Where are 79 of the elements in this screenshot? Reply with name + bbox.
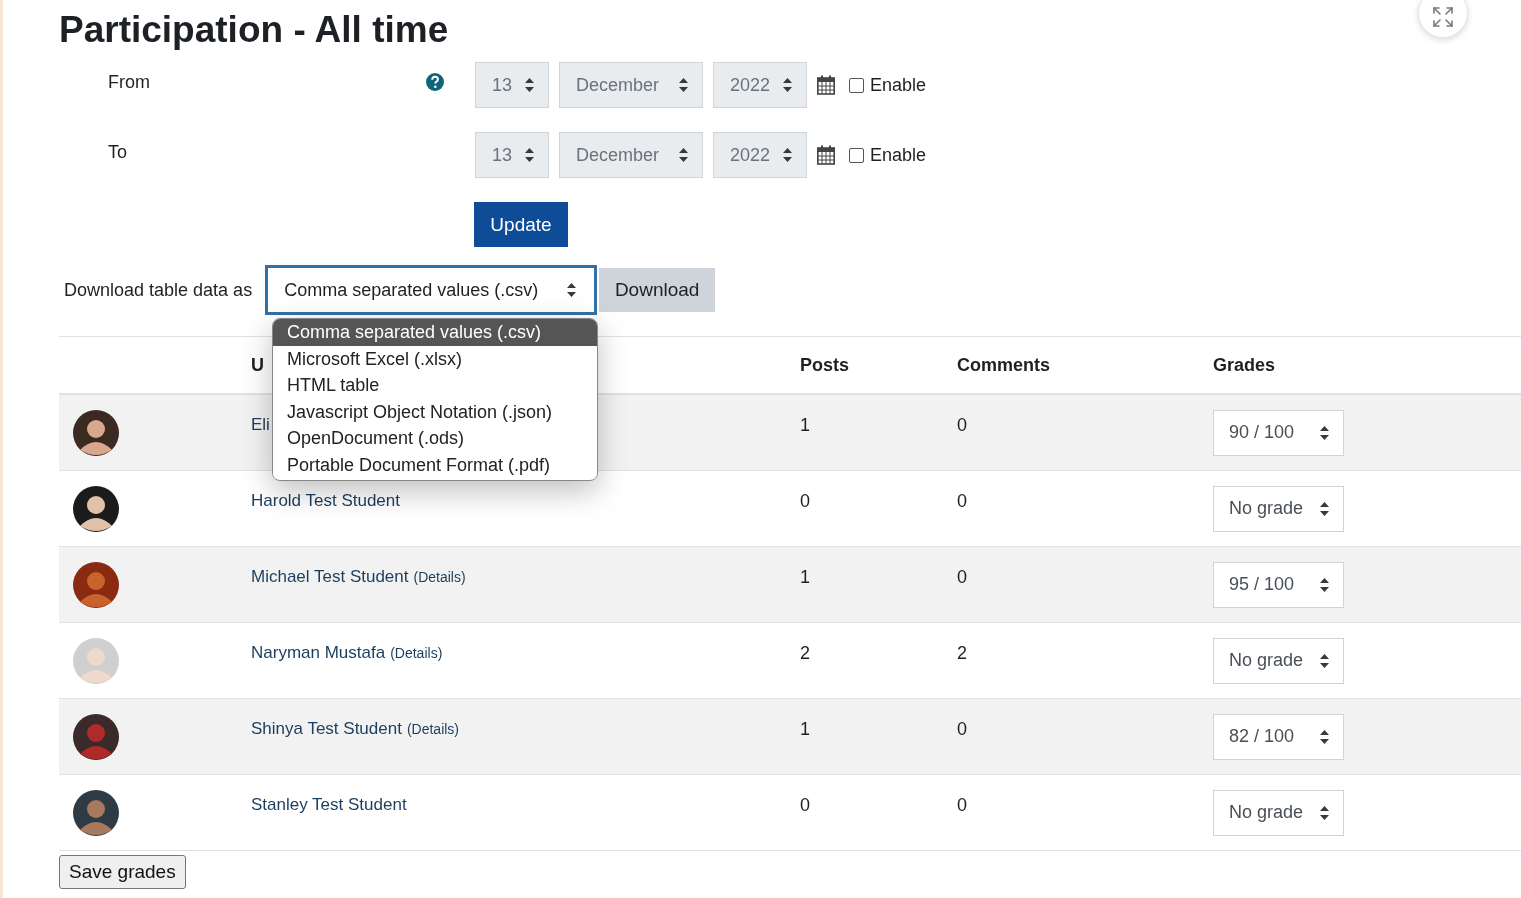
enable-checkbox[interactable] xyxy=(849,147,864,163)
avatar-icon xyxy=(73,789,119,836)
column-header: U xyxy=(251,354,264,376)
comments-cell-text: 0 xyxy=(957,718,967,740)
day-select[interactable]: 13 xyxy=(475,132,549,178)
posts-cell-text: 1 xyxy=(800,414,810,436)
posts-cell-text: 1 xyxy=(800,566,810,588)
format-option[interactable]: Javascript Object Notation (.json) xyxy=(273,398,597,426)
comments-cell-text: 0 xyxy=(957,566,967,588)
date-label: To xyxy=(108,141,128,163)
avatar-icon xyxy=(73,409,119,456)
avatar-icon xyxy=(73,485,119,532)
details-link[interactable]: (Details) xyxy=(413,569,466,585)
posts-cell-text: 0 xyxy=(800,490,810,512)
grade-select[interactable]: 90 / 100 xyxy=(1213,409,1344,456)
download-label: Download table data as xyxy=(64,279,253,301)
help-icon[interactable] xyxy=(426,73,444,91)
caret-icon xyxy=(1320,729,1329,744)
caret-icon xyxy=(1320,501,1329,516)
calendar-icon[interactable] xyxy=(817,145,835,165)
posts-cell-text: 0 xyxy=(800,794,810,816)
enable-label: Enable xyxy=(870,74,927,96)
save-grades-button[interactable]: Save grades xyxy=(59,855,186,889)
enable-checkbox[interactable] xyxy=(849,77,864,93)
student-name-link[interactable]: Shinya Test Student xyxy=(251,719,402,739)
student-name-link[interactable]: Michael Test Student xyxy=(251,567,409,587)
month-select[interactable]: December xyxy=(559,132,703,178)
caret-icon xyxy=(679,78,688,92)
comments-cell-text: 0 xyxy=(957,490,967,512)
format-option[interactable]: OpenDocument (.ods) xyxy=(273,425,597,452)
student-name-link[interactable]: Eli xyxy=(251,415,270,435)
caret-icon xyxy=(1320,805,1329,820)
caret-icon xyxy=(1320,653,1329,668)
caret-icon xyxy=(525,148,534,162)
posts-cell-text: 2 xyxy=(800,642,810,664)
avatar-icon xyxy=(73,713,119,760)
caret-icon xyxy=(1320,577,1329,592)
format-option[interactable]: Portable Document Format (.pdf) xyxy=(273,451,597,479)
student-name-link[interactable]: Naryman Mustafa xyxy=(251,643,386,663)
month-select[interactable]: December xyxy=(559,62,703,108)
year-select[interactable]: 2022 xyxy=(713,62,807,108)
download-button[interactable]: Download xyxy=(599,268,716,312)
student-name-link[interactable]: Harold Test Student xyxy=(251,491,400,511)
caret-icon xyxy=(1320,425,1329,440)
caret-icon xyxy=(567,283,577,297)
enable-label: Enable xyxy=(870,144,927,166)
page-heading: Participation - All time xyxy=(59,8,449,52)
grade-select[interactable]: 82 / 100 xyxy=(1213,713,1344,760)
format-option[interactable]: Comma separated values (.csv) xyxy=(273,319,597,346)
posts-cell-text: 1 xyxy=(800,718,810,740)
comments-cell-text: 0 xyxy=(957,794,967,816)
date-label: From xyxy=(108,71,151,93)
grade-select[interactable]: No grade xyxy=(1213,485,1344,532)
format-option[interactable]: HTML table xyxy=(273,372,597,399)
details-link[interactable]: (Details) xyxy=(390,645,443,661)
format-option[interactable]: Microsoft Excel (.xlsx) xyxy=(273,345,597,373)
expand-icon xyxy=(1431,4,1455,29)
column-header: Posts xyxy=(800,354,850,376)
caret-icon xyxy=(783,148,792,162)
column-header: Comments xyxy=(957,354,1050,376)
grade-select[interactable]: 95 / 100 xyxy=(1213,561,1344,608)
comments-cell-text: 0 xyxy=(957,414,967,436)
column-header: Grades xyxy=(1213,354,1276,376)
caret-icon xyxy=(679,148,688,162)
details-link[interactable]: (Details) xyxy=(406,721,460,737)
caret-icon xyxy=(525,78,534,92)
avatar-icon xyxy=(73,637,119,684)
grade-select[interactable]: No grade xyxy=(1213,637,1344,684)
caret-icon xyxy=(783,78,792,92)
calendar-icon[interactable] xyxy=(817,75,835,95)
format-select[interactable]: Comma separated values (.csv) xyxy=(265,265,598,315)
day-select[interactable]: 13 xyxy=(475,62,549,108)
avatar-icon xyxy=(73,561,119,608)
student-name-link[interactable]: Stanley Test Student xyxy=(251,795,407,815)
fullscreen-button[interactable] xyxy=(1418,0,1468,38)
comments-cell-text: 2 xyxy=(957,642,967,664)
update-button[interactable]: Update xyxy=(474,202,568,247)
grade-select[interactable]: No grade xyxy=(1213,789,1344,836)
year-select[interactable]: 2022 xyxy=(713,132,807,178)
